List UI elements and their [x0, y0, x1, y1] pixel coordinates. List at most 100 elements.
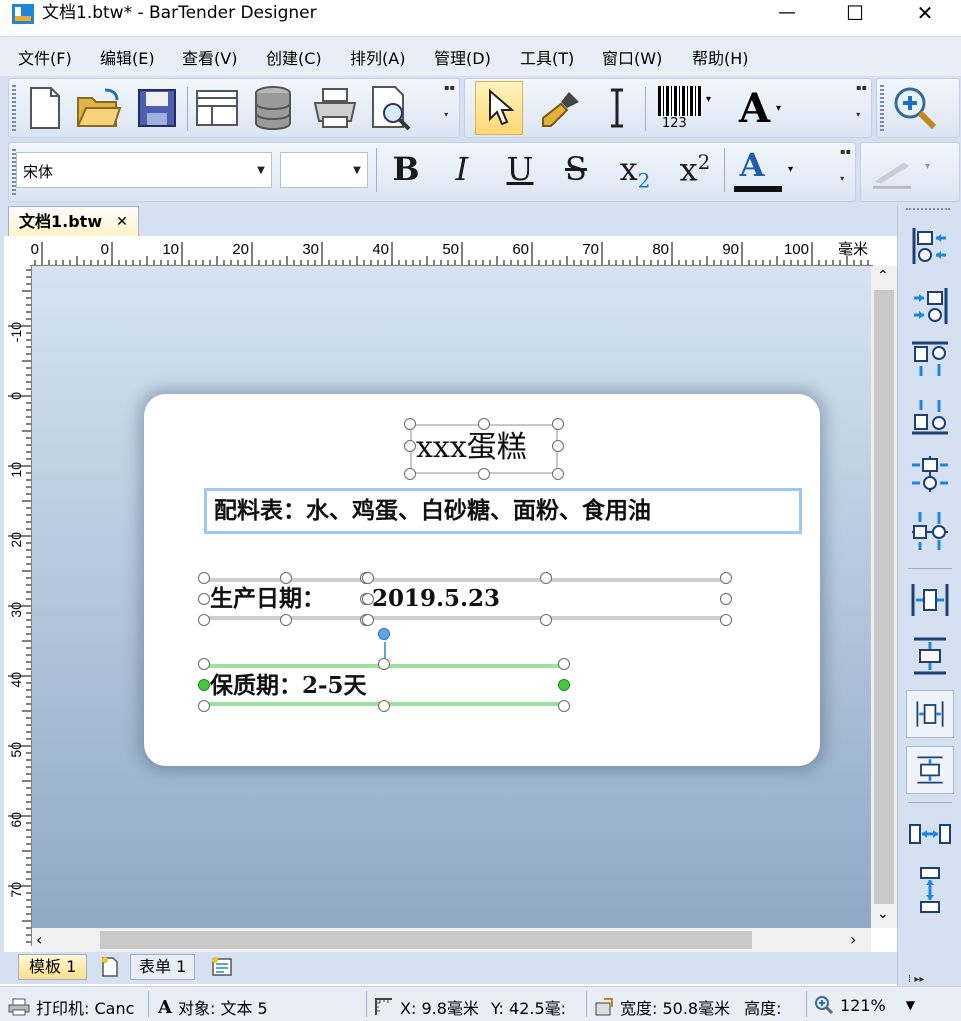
- resize-handle-active[interactable]: [558, 679, 570, 691]
- resize-handle[interactable]: [362, 593, 374, 605]
- pointer-tool-icon[interactable]: [475, 81, 523, 135]
- menu-arrange[interactable]: 排列(A): [350, 45, 405, 69]
- menu-edit[interactable]: 编辑(E): [100, 45, 155, 69]
- underline-button[interactable]: U: [500, 150, 540, 188]
- toolbar-overflow-icon[interactable]: ▪▪ ▾: [856, 83, 867, 119]
- minimize-button[interactable]: —: [764, 0, 810, 28]
- menu-window[interactable]: 窗口(W): [602, 45, 662, 69]
- toolbar-overflow-icon[interactable]: ▪▪ ▾: [444, 83, 455, 119]
- horizontal-scroll-thumb[interactable]: [100, 931, 752, 949]
- label-card[interactable]: xxx蛋糕 配料表：水、鸡蛋、白砂糖、面粉、食用油 生产日期： 2019.5.2…: [144, 394, 820, 766]
- print-preview-icon[interactable]: [367, 81, 415, 135]
- font-color-button[interactable]: A ▾: [732, 146, 793, 196]
- resize-handle[interactable]: [720, 614, 732, 626]
- production-date-value[interactable]: 2019.5.23: [372, 581, 500, 617]
- maximize-button[interactable]: ☐: [832, 0, 878, 28]
- toolbar-grip[interactable]: [12, 85, 16, 131]
- resize-handle[interactable]: [198, 614, 210, 626]
- chevron-down-icon[interactable]: ▼: [347, 153, 367, 187]
- status-printer[interactable]: 打印机: Canc: [8, 995, 134, 1019]
- align-top-icon[interactable]: [906, 336, 954, 384]
- resize-handle[interactable]: [280, 614, 292, 626]
- new-form-icon[interactable]: [210, 956, 236, 978]
- resize-handle-active[interactable]: [198, 679, 210, 691]
- resize-handle[interactable]: [198, 700, 210, 712]
- database-icon[interactable]: [249, 81, 297, 135]
- text-tool-icon[interactable]: A ▾: [727, 81, 793, 135]
- align-right-icon[interactable]: [906, 282, 954, 330]
- resize-handle[interactable]: [478, 468, 490, 480]
- resize-handle[interactable]: [478, 418, 490, 430]
- document-tab[interactable]: 文档1.btw ✕: [8, 206, 139, 236]
- font-size-combo[interactable]: ▼: [280, 152, 368, 188]
- new-document-icon[interactable]: [21, 81, 69, 135]
- chevron-down-icon[interactable]: ▼: [906, 998, 915, 1012]
- resize-handle[interactable]: [404, 418, 416, 430]
- menu-file[interactable]: 文件(F): [18, 45, 72, 69]
- open-folder-icon[interactable]: [75, 81, 123, 135]
- sheet-tab-form[interactable]: 表单 1: [130, 954, 196, 980]
- menu-tools[interactable]: 工具(T): [520, 45, 574, 69]
- toolbar-overflow-icon[interactable]: ▪▪ ▾: [840, 147, 851, 183]
- ingredients-text[interactable]: 配料表：水、鸡蛋、白砂糖、面粉、食用油: [214, 494, 651, 528]
- save-icon[interactable]: [133, 81, 181, 135]
- status-zoom[interactable]: 121% ▼: [814, 995, 915, 1015]
- scroll-up-icon[interactable]: ⌃: [877, 268, 889, 284]
- scroll-left-icon[interactable]: ‹: [36, 930, 42, 949]
- resize-handle[interactable]: [362, 614, 374, 626]
- resize-handle[interactable]: [558, 700, 570, 712]
- resize-handle[interactable]: [552, 440, 564, 452]
- barcode-tool-icon[interactable]: 123 ▾: [651, 81, 717, 135]
- superscript-button[interactable]: x2: [672, 150, 718, 189]
- menu-create[interactable]: 创建(C): [266, 45, 322, 69]
- line-style-icon[interactable]: [869, 145, 917, 199]
- rotate-handle[interactable]: [378, 628, 390, 640]
- scroll-down-icon[interactable]: ⌄: [877, 906, 889, 922]
- subscript-button[interactable]: x2: [612, 150, 658, 192]
- resize-handle[interactable]: [378, 700, 390, 712]
- text-cursor-tool-icon[interactable]: [593, 81, 641, 135]
- scroll-right-icon[interactable]: ›: [850, 930, 856, 949]
- label-title[interactable]: xxx蛋糕: [416, 426, 527, 470]
- resize-handle[interactable]: [198, 593, 210, 605]
- italic-button[interactable]: I: [442, 150, 482, 188]
- resize-handle[interactable]: [552, 418, 564, 430]
- new-template-icon[interactable]: [98, 956, 124, 978]
- space-evenly-vertical-icon[interactable]: [906, 866, 954, 914]
- chevron-down-icon[interactable]: ▾: [925, 161, 930, 172]
- toolbar-grip[interactable]: [880, 85, 884, 131]
- resize-handle[interactable]: [404, 468, 416, 480]
- vertical-scrollbar[interactable]: ⌃ ⌄: [871, 266, 897, 928]
- chevron-down-icon[interactable]: ▾: [788, 164, 793, 175]
- horizontal-scrollbar[interactable]: ‹ ›: [32, 928, 871, 952]
- strikethrough-button[interactable]: S: [556, 150, 596, 188]
- resize-handle[interactable]: [280, 572, 292, 584]
- resize-handle[interactable]: [552, 468, 564, 480]
- center-on-label-vertical-icon[interactable]: [906, 632, 954, 680]
- resize-handle[interactable]: [720, 593, 732, 605]
- toolbar-overflow-icon[interactable]: ⁞ ▸▸: [908, 974, 924, 985]
- shelf-life-text[interactable]: 保质期：2-5天: [210, 668, 367, 704]
- center-horizontal-icon[interactable]: [906, 450, 954, 498]
- align-bottom-icon[interactable]: [906, 392, 954, 440]
- resize-handle[interactable]: [558, 658, 570, 670]
- distribute-vertical-icon[interactable]: [906, 746, 954, 794]
- close-icon[interactable]: ✕: [116, 208, 128, 236]
- bold-button[interactable]: B: [386, 150, 426, 188]
- center-on-label-horizontal-icon[interactable]: [906, 576, 954, 624]
- resize-handle[interactable]: [540, 572, 552, 584]
- menu-help[interactable]: 帮助(H): [692, 45, 749, 69]
- resize-handle[interactable]: [362, 572, 374, 584]
- space-evenly-horizontal-icon[interactable]: [906, 810, 954, 858]
- resize-handle[interactable]: [404, 440, 416, 452]
- resize-handle[interactable]: [198, 658, 210, 670]
- chevron-down-icon[interactable]: ▼: [251, 153, 271, 187]
- sheet-tab-template[interactable]: 模板 1: [18, 954, 88, 980]
- resize-handle[interactable]: [540, 614, 552, 626]
- font-name-combo[interactable]: 宋体 ▼: [16, 152, 272, 188]
- resize-handle[interactable]: [198, 572, 210, 584]
- zoom-in-icon[interactable]: [891, 81, 939, 135]
- center-vertical-icon[interactable]: [906, 506, 954, 554]
- vertical-scroll-thumb[interactable]: [874, 290, 894, 904]
- page-setup-icon[interactable]: [193, 81, 241, 135]
